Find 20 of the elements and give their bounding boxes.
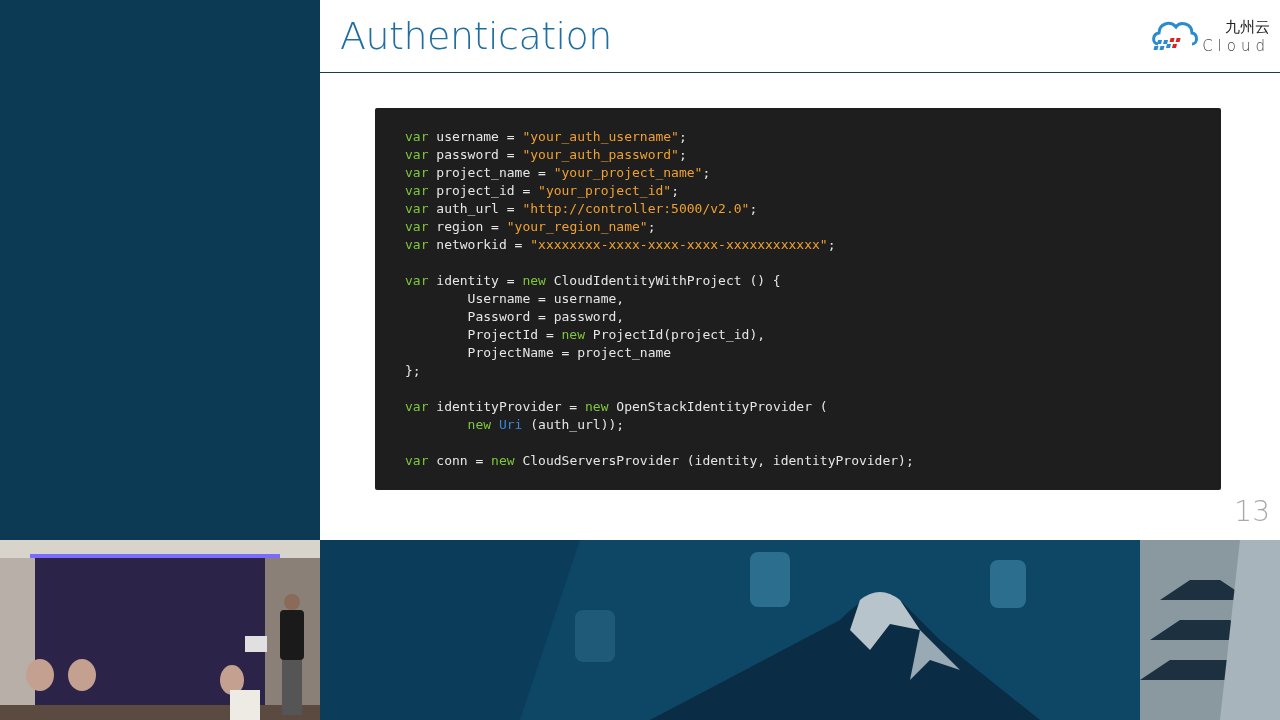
code-line: var region = "your_region_name";	[405, 218, 657, 236]
code-line: var project_name = "your_project_name";	[405, 164, 712, 182]
page-number: 13	[1234, 495, 1270, 528]
code-line: Password = password,	[466, 308, 626, 326]
code-line: var auth_url = "http://controller:5000/v2.0";	[405, 200, 759, 218]
logo-text: Cloud	[1202, 36, 1270, 55]
code-line: new Uri (auth_url));	[466, 416, 626, 434]
code-line: var password = "your_auth_password";	[405, 146, 688, 164]
code-line: var identity = new CloudIdentityWithProject () {	[405, 272, 782, 290]
slide-title: Authentication	[340, 14, 612, 58]
code-line: var project_id = "your_project_id";	[405, 182, 680, 200]
code-line: Username = username,	[466, 290, 626, 308]
code-line: var username = "your_auth_username";	[405, 128, 688, 146]
code-line: var conn = new CloudServersProvider (identity, identityProvider);	[405, 452, 915, 470]
code-line: ProjectName = project_name	[466, 344, 673, 362]
code-line: ProjectId = new ProjectId(project_id),	[466, 326, 767, 344]
code-line: };	[405, 362, 422, 380]
logo-chinese-text: 九州云	[1225, 17, 1270, 37]
code-line: var identityProvider = new OpenStackIdentityProvider (	[405, 398, 829, 416]
code-line: var networkid = "xxxxxxxx-xxxx-xxxx-xxxx-xxxxxxxxxxxx";	[405, 236, 837, 254]
